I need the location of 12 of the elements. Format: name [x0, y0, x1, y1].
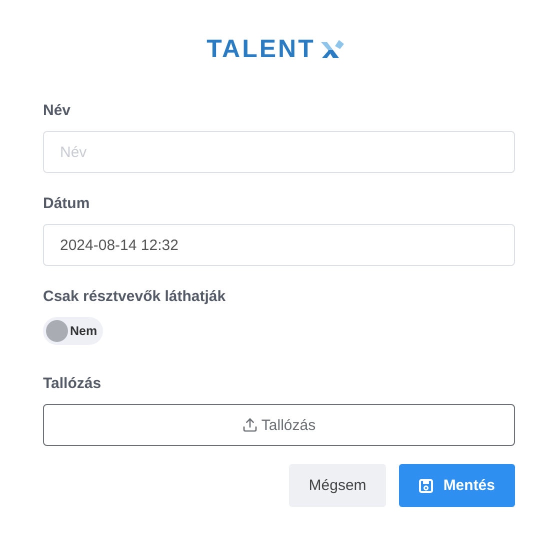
field-label: Tallózás — [43, 375, 102, 392]
upload-icon — [242, 417, 258, 433]
logo-text: TALENT — [206, 34, 316, 64]
input-field[interactable]: 2024-08-14 12:32 — [43, 224, 515, 266]
field-label: Név — [43, 102, 72, 119]
save-icon — [419, 478, 434, 492]
cancel-button[interactable]: Mégsem — [288, 464, 386, 507]
logo-mark-icon — [319, 38, 346, 60]
field-label: Csak résztvevők láthatják — [43, 288, 227, 305]
field-label: Dátum — [43, 195, 91, 212]
browse-button[interactable]: Tallózás — [43, 404, 515, 446]
toggle-switch[interactable]: Nem — [43, 317, 104, 345]
